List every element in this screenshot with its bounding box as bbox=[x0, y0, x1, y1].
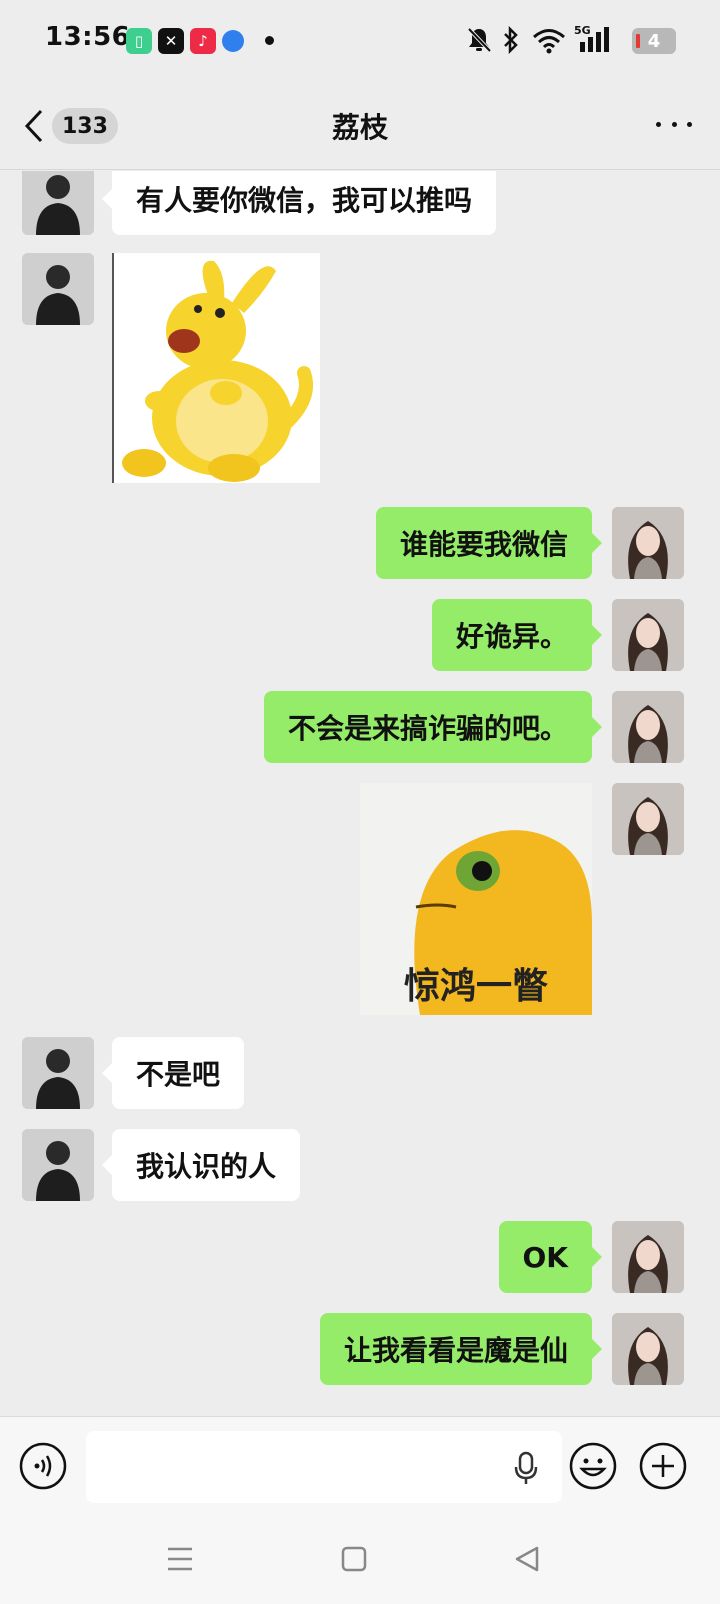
my-avatar[interactable] bbox=[612, 1313, 684, 1385]
more-options-button[interactable] bbox=[656, 116, 692, 132]
contact-avatar[interactable] bbox=[22, 171, 94, 235]
contact-avatar[interactable] bbox=[22, 1037, 94, 1109]
browser-icon bbox=[222, 30, 244, 52]
more-dot-icon bbox=[671, 121, 677, 127]
sticker-caption: 惊鸿一瞥 bbox=[403, 966, 548, 1007]
message-text: OK bbox=[522, 1240, 569, 1274]
message-text: 谁能要我微信 bbox=[399, 528, 568, 561]
status-bar: 13:56 ▯ ✕ ♪ 5G 4 bbox=[0, 0, 720, 80]
message-bubble-incoming[interactable]: 不是吧 bbox=[101, 1037, 245, 1109]
message-text: 我认识的人 bbox=[136, 1150, 277, 1183]
message-bubble-incoming[interactable]: 有人要你微信，我可以推吗 bbox=[101, 171, 497, 235]
system-navigation-bar bbox=[0, 1516, 720, 1604]
music-icon: ♪ bbox=[190, 28, 216, 54]
voice-input-icon[interactable] bbox=[18, 1441, 68, 1491]
plus-icon[interactable] bbox=[638, 1441, 688, 1491]
back-triangle-icon[interactable] bbox=[514, 1546, 540, 1572]
more-dot-icon bbox=[656, 121, 661, 127]
message-bubble-incoming[interactable]: 我认识的人 bbox=[101, 1129, 301, 1201]
capcut-icon: ✕ bbox=[158, 28, 184, 54]
message-bubble-outgoing[interactable]: 不会是来搞诈骗的吧。 bbox=[263, 691, 603, 763]
my-avatar[interactable] bbox=[612, 507, 684, 579]
my-avatar[interactable] bbox=[612, 1221, 684, 1293]
battery-level: 4 bbox=[647, 30, 661, 52]
status-time: 13:56 bbox=[45, 22, 131, 52]
message-text: 不是吧 bbox=[136, 1058, 221, 1091]
network-type: 5G bbox=[574, 24, 591, 37]
emoji-icon[interactable] bbox=[568, 1441, 618, 1491]
message-text-input[interactable] bbox=[86, 1431, 562, 1503]
battery-app-icon: ▯ bbox=[126, 28, 152, 54]
message-text: 好诡异。 bbox=[455, 620, 568, 653]
message-text: 让我看看是魔是仙 bbox=[343, 1334, 568, 1367]
chat-header: 133 荔枝 bbox=[0, 80, 720, 170]
message-input-bar bbox=[0, 1416, 720, 1516]
sticker-bird-image[interactable]: 惊鸿一瞥 bbox=[360, 783, 592, 1015]
microphone-icon[interactable] bbox=[514, 1451, 538, 1485]
bluetooth-icon bbox=[504, 26, 518, 54]
chat-title: 荔枝 bbox=[331, 111, 388, 144]
my-avatar[interactable] bbox=[612, 691, 684, 763]
wifi-icon bbox=[533, 29, 565, 54]
message-bubble-outgoing[interactable]: 谁能要我微信 bbox=[375, 507, 603, 579]
sticker-kangaroo-image[interactable] bbox=[112, 253, 320, 483]
message-text: 有人要你微信，我可以推吗 bbox=[136, 184, 473, 217]
message-bubble-outgoing[interactable]: OK bbox=[498, 1221, 602, 1293]
home-icon[interactable] bbox=[341, 1546, 367, 1572]
message-bubble-outgoing[interactable]: 好诡异。 bbox=[431, 599, 603, 671]
contact-avatar[interactable] bbox=[22, 1129, 94, 1201]
yellow-toy-illustration bbox=[122, 260, 313, 482]
my-avatar[interactable] bbox=[612, 783, 684, 855]
contact-avatar[interactable] bbox=[22, 253, 94, 325]
my-avatar[interactable] bbox=[612, 599, 684, 671]
menu-icon[interactable] bbox=[166, 1546, 194, 1572]
battery-indicator: 4 bbox=[632, 28, 676, 54]
notification-dot bbox=[265, 36, 274, 45]
message-text: 不会是来搞诈骗的吧。 bbox=[287, 712, 568, 745]
cellular-signal-icon: 5G bbox=[574, 24, 609, 52]
message-list[interactable]: 有人要你微信，我可以推吗 谁能要我微信 好诡异。 不会是来搞诈骗的吧。 惊鸿一瞥… bbox=[0, 171, 720, 1416]
more-dot-icon bbox=[687, 121, 692, 127]
mute-bell-icon bbox=[467, 27, 492, 53]
message-bubble-outgoing[interactable]: 让我看看是魔是仙 bbox=[319, 1313, 603, 1385]
